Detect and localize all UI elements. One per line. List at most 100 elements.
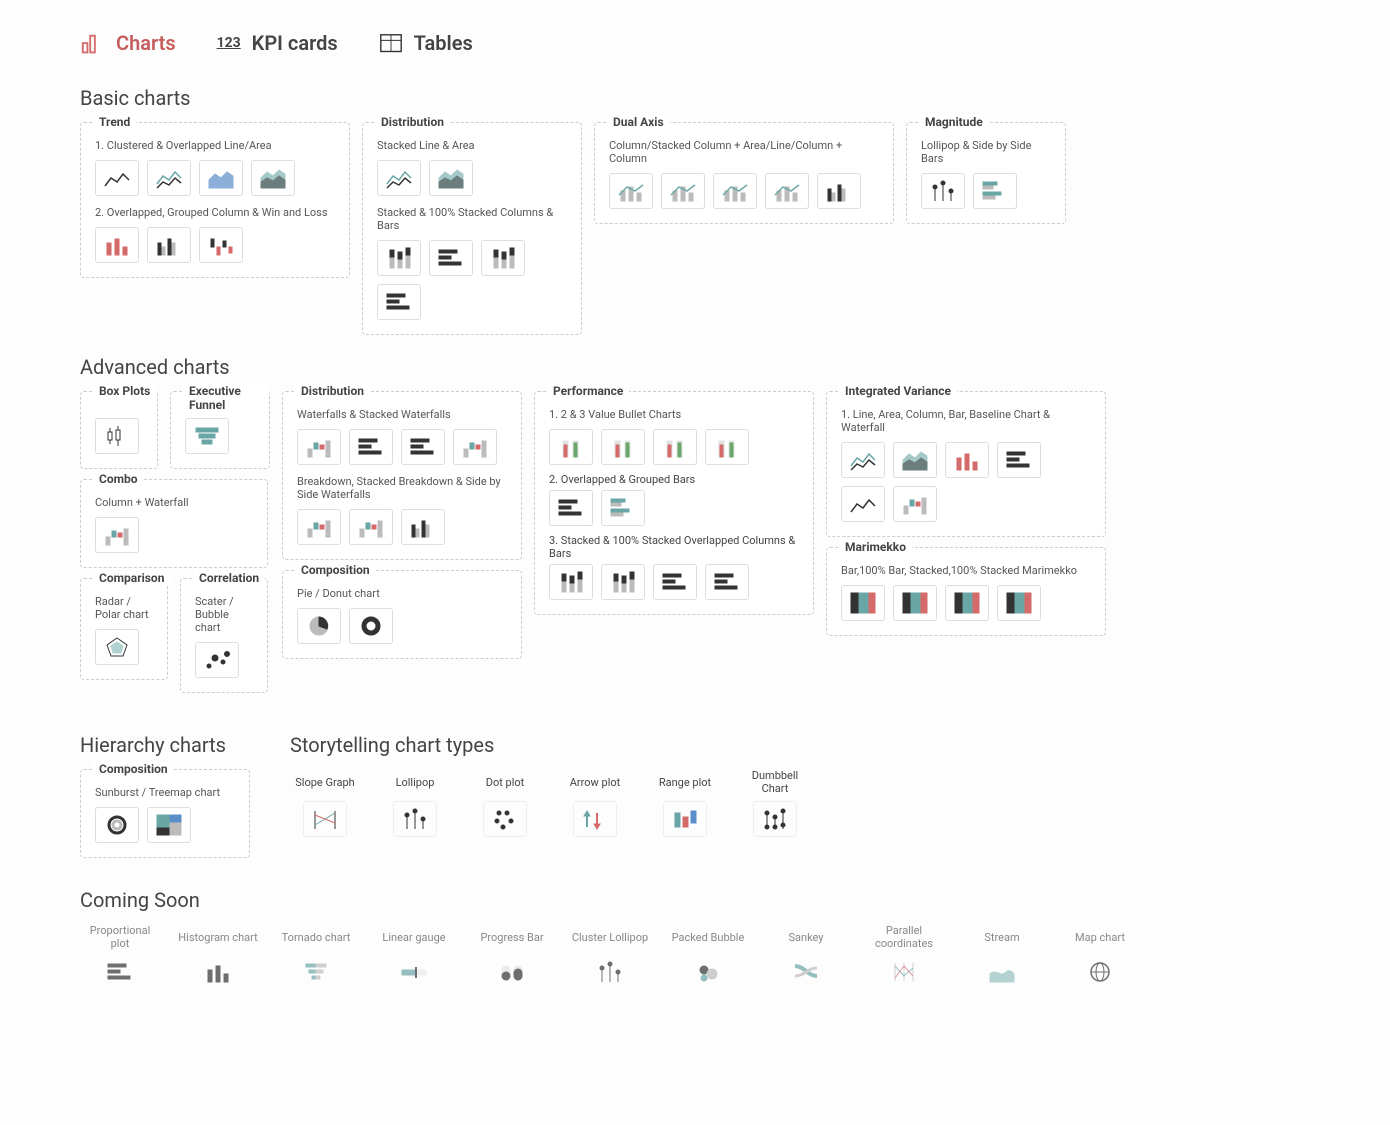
group-exec-funnel: Executive Funnel [170,391,270,469]
chart-clustered-area[interactable] [199,160,243,196]
chart-marimekko-bar[interactable] [841,585,885,621]
story-item-1[interactable]: Lollipop [380,769,450,837]
chart-100-stacked-column[interactable] [481,240,525,276]
chart-overlapped-area[interactable] [251,160,295,196]
story-item-5[interactable]: Dumbbell Chart [740,769,810,837]
chart-bullet-1[interactable] [549,429,593,465]
chart-marimekko-stacked[interactable] [945,585,989,621]
chart-scatter-bubble[interactable] [195,642,239,678]
tab-tables[interactable]: Tables [378,30,473,56]
storytelling-heading: Storytelling chart types [290,733,810,757]
coming-item-10: Map chart [1060,924,1140,990]
chart-marimekko-100stacked[interactable] [997,585,1041,621]
chart-grouped-bar[interactable] [601,490,645,526]
chart-variance-area[interactable] [893,442,937,478]
coming-item-8: Parallel coordinates [864,924,944,990]
chart-marimekko-100bar[interactable] [893,585,937,621]
story-item-label: Range plot [650,769,720,795]
group-marimekko-title: Marimekko [839,540,912,554]
chart-bullet-4[interactable] [705,429,749,465]
chart-side-by-side-bars[interactable] [973,173,1017,209]
chart-stacked-line[interactable] [377,160,421,196]
chart-radar[interactable] [95,629,139,665]
chart-waterfall[interactable] [297,429,341,465]
chart-funnel[interactable] [185,418,229,454]
chart-100stacked-overlapped-col[interactable] [601,564,645,600]
group-composition-pie-sub1: Pie / Donut chart [297,587,507,600]
story-item-2[interactable]: Dot plot [470,769,540,837]
coming-item-5: Cluster Lollipop [570,924,650,990]
group-combo-sub1: Column + Waterfall [95,496,253,509]
chart-100-stacked-bar[interactable] [377,284,421,320]
chart-lollipop[interactable] [921,173,965,209]
chart-column-column[interactable] [817,173,861,209]
chart-grouped-column[interactable] [147,227,191,263]
group-basic-distribution-sub1: Stacked Line & Area [377,139,567,152]
group-trend-sub1: 1. Clustered & Overlapped Line/Area [95,139,335,152]
group-basic-distribution-sub2: Stacked & 100% Stacked Columns & Bars [377,206,567,232]
coming-soon-heading: Coming Soon [80,888,1310,912]
chart-stacked-bar[interactable] [429,240,473,276]
chart-stacked-column-area[interactable] [713,173,757,209]
chart-win-loss[interactable] [199,227,243,263]
chart-stacked-column[interactable] [377,240,421,276]
chart-column-waterfall[interactable] [95,517,139,553]
story-item-icon [303,801,347,837]
chart-box-plot[interactable] [95,418,139,454]
group-trend: Trend 1. Clustered & Overlapped Line/Are… [80,122,350,278]
coming-item-2: Tornado chart [276,924,356,990]
chart-donut[interactable] [349,608,393,644]
chart-stacked-overlapped-bar[interactable] [653,564,697,600]
story-item-0[interactable]: Slope Graph [290,769,360,837]
chart-stacked-waterfall-h[interactable] [401,429,445,465]
coming-item-label: Linear gauge [374,924,454,950]
tab-charts-label: Charts [116,31,176,55]
chart-100stacked-overlapped-bar[interactable] [705,564,749,600]
advanced-charts-heading: Advanced charts [80,355,1310,379]
chart-clustered-line[interactable] [95,160,139,196]
group-correlation-sub1: Scater / Bubble chart [195,595,253,634]
group-comparison-title: Comparison [93,571,170,585]
chart-overlapped-column[interactable] [95,227,139,263]
coming-item-icon [588,954,632,990]
chart-treemap[interactable] [147,807,191,843]
chart-stacked-overlapped-col[interactable] [549,564,593,600]
coming-item-icon [294,954,338,990]
chart-breakdown-waterfall[interactable] [297,509,341,545]
group-marimekko: Marimekko Bar,100% Bar, Stacked,100% Sta… [826,547,1106,636]
chart-variance-waterfall[interactable] [893,486,937,522]
story-item-3[interactable]: Arrow plot [560,769,630,837]
chart-variance-column[interactable] [945,442,989,478]
story-item-4[interactable]: Range plot [650,769,720,837]
chart-variance-baseline[interactable] [841,486,885,522]
chart-sunburst[interactable] [95,807,139,843]
chart-column-area[interactable] [609,173,653,209]
chart-stacked-breakdown-waterfall[interactable] [349,509,393,545]
group-correlation-title: Correlation [193,571,265,585]
chart-overlapped-line[interactable] [147,160,191,196]
group-adv-distribution-title: Distribution [295,384,370,398]
coming-item-0: Proportional plot [80,924,160,990]
group-hierarchy-composition-sub1: Sunburst / Treemap chart [95,786,235,799]
chart-column-line[interactable] [661,173,705,209]
tab-kpi[interactable]: 123 KPI cards [216,30,338,56]
chart-waterfall-h[interactable] [349,429,393,465]
group-magnitude: Magnitude Lollipop & Side by Side Bars [906,122,1066,224]
chart-stacked-waterfall[interactable] [453,429,497,465]
chart-stacked-area[interactable] [429,160,473,196]
chart-stacked-column-line[interactable] [765,173,809,209]
group-performance-sub3: 3. Stacked & 100% Stacked Overlapped Col… [549,534,799,560]
chart-variance-bar[interactable] [997,442,1041,478]
chart-bullet-3[interactable] [653,429,697,465]
chart-overlapped-bar[interactable] [549,490,593,526]
chart-bullet-2[interactable] [601,429,645,465]
group-box-plots-title: Box Plots [93,384,156,398]
coming-item-icon [980,954,1024,990]
tab-charts[interactable]: Charts [80,30,176,56]
group-basic-distribution-title: Distribution [375,115,450,129]
chart-sidebyside-waterfall[interactable] [401,509,445,545]
chart-variance-line[interactable] [841,442,885,478]
table-icon [378,30,404,56]
chart-pie[interactable] [297,608,341,644]
coming-item-label: Progress Bar [472,924,552,950]
